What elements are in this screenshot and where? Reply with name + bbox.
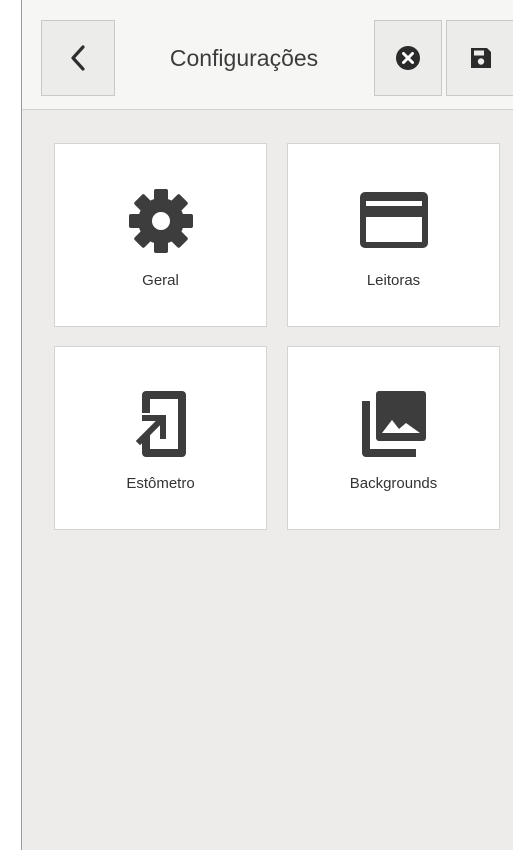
chevron-left-icon xyxy=(71,45,85,71)
image-gallery-icon xyxy=(288,389,499,459)
tile-label: Leitoras xyxy=(366,272,421,289)
device-login-icon xyxy=(55,389,266,459)
back-button[interactable] xyxy=(41,20,115,96)
tile-label: Estômetro xyxy=(126,475,195,492)
tile-leitoras[interactable]: Leitoras xyxy=(287,143,500,327)
gear-icon xyxy=(55,186,266,256)
close-circle-icon xyxy=(396,46,420,70)
tile-backgrounds[interactable]: Backgrounds xyxy=(287,346,500,530)
tile-label: Backgrounds xyxy=(349,475,438,492)
floppy-disk-icon xyxy=(470,48,491,68)
cancel-button[interactable] xyxy=(374,20,442,96)
save-button[interactable] xyxy=(446,20,513,96)
credit-card-icon xyxy=(288,186,499,256)
page-title: Configurações xyxy=(169,45,319,71)
header-bar: Configurações xyxy=(22,0,513,110)
tile-geral[interactable]: Geral xyxy=(54,143,267,327)
tile-label: Geral xyxy=(142,272,179,289)
app-container: Configurações Geral Leitoras Estômetro B… xyxy=(21,0,513,850)
tile-estometro[interactable]: Estômetro xyxy=(54,346,267,530)
